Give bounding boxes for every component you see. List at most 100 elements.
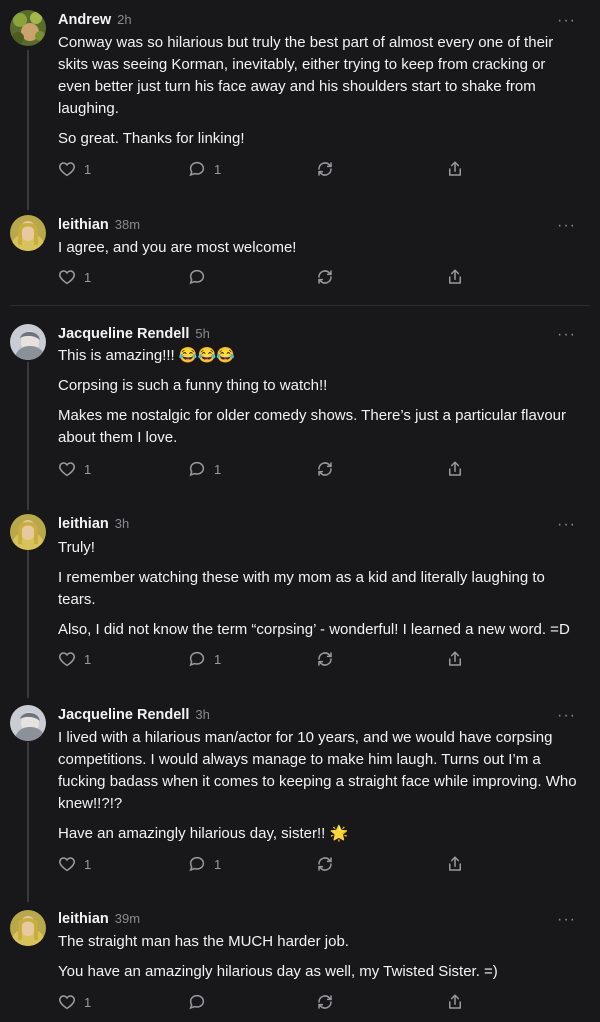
comment-actions: 1 bbox=[58, 268, 478, 288]
author-name[interactable]: leithian bbox=[58, 516, 109, 532]
restack-icon bbox=[318, 162, 332, 176]
restack-icon bbox=[318, 652, 332, 666]
share-icon bbox=[449, 994, 461, 1009]
share-button[interactable] bbox=[446, 993, 464, 1011]
like-count: 1 bbox=[84, 461, 92, 477]
author-name[interactable]: Jacqueline Rendell bbox=[58, 707, 189, 723]
timestamp[interactable]: 3h bbox=[115, 516, 129, 531]
share-button[interactable] bbox=[446, 268, 464, 286]
author-avatar[interactable] bbox=[10, 324, 46, 360]
comment: Jacqueline Rendell 5h ··· This is amazin… bbox=[0, 314, 600, 494]
restack-button[interactable] bbox=[316, 650, 334, 668]
reply-button[interactable] bbox=[188, 993, 214, 1011]
restack-button[interactable] bbox=[316, 160, 334, 178]
like-button[interactable]: 1 bbox=[58, 855, 91, 873]
share-button[interactable] bbox=[446, 650, 464, 668]
comment-actions: 1 1 bbox=[58, 855, 478, 875]
comment-icon bbox=[189, 856, 205, 872]
more-options-icon[interactable]: ··· bbox=[557, 912, 576, 928]
author-avatar[interactable] bbox=[10, 514, 46, 550]
author-avatar[interactable] bbox=[10, 215, 46, 251]
share-icon bbox=[449, 856, 461, 871]
comment-body: Truly! I remember watching these with my… bbox=[58, 537, 578, 649]
share-icon bbox=[449, 269, 461, 284]
reply-count: 1 bbox=[214, 651, 222, 667]
author-avatar[interactable] bbox=[10, 910, 46, 946]
comment-paragraph: I lived with a hilarious man/actor for 1… bbox=[58, 729, 577, 812]
author-avatar[interactable] bbox=[10, 10, 46, 46]
reply-button[interactable]: 1 bbox=[188, 160, 221, 178]
more-options-icon[interactable]: ··· bbox=[557, 517, 576, 533]
reply-count: 1 bbox=[214, 461, 222, 477]
share-button[interactable] bbox=[446, 160, 464, 178]
more-options-icon[interactable]: ··· bbox=[557, 327, 576, 343]
author-avatar[interactable] bbox=[10, 705, 46, 741]
comment-paragraph: Truly! bbox=[58, 539, 95, 556]
comment-actions: 1 1 bbox=[58, 160, 478, 180]
like-button[interactable]: 1 bbox=[58, 268, 91, 286]
restack-icon bbox=[318, 995, 332, 1009]
more-options-icon[interactable]: ··· bbox=[557, 708, 576, 724]
author-name[interactable]: Andrew bbox=[58, 12, 111, 28]
timestamp[interactable]: 2h bbox=[117, 12, 131, 27]
like-count: 1 bbox=[84, 994, 92, 1010]
share-button[interactable] bbox=[446, 460, 464, 478]
restack-icon bbox=[318, 462, 332, 476]
more-options-icon[interactable]: ··· bbox=[557, 218, 576, 234]
more-options-icon[interactable]: ··· bbox=[557, 13, 576, 29]
comment-paragraph: The straight man has the MUCH harder job… bbox=[58, 933, 349, 950]
share-icon bbox=[449, 651, 461, 666]
author-name[interactable]: leithian bbox=[58, 217, 109, 233]
comment-paragraph: I remember watching these with my mom as… bbox=[58, 569, 545, 608]
like-button[interactable]: 1 bbox=[58, 993, 91, 1011]
restack-icon bbox=[318, 857, 332, 871]
heart-icon bbox=[59, 462, 75, 477]
comment-body: The straight man has the MUCH harder job… bbox=[58, 931, 578, 991]
comment-icon bbox=[189, 269, 205, 285]
restack-button[interactable] bbox=[316, 268, 334, 286]
reply-button[interactable]: 1 bbox=[188, 650, 221, 668]
comment-paragraph: I agree, and you are most welcome! bbox=[58, 239, 297, 256]
comment-paragraph: Corpsing is such a funny thing to watch!… bbox=[58, 377, 328, 394]
author-name[interactable]: Jacqueline Rendell bbox=[58, 326, 189, 342]
comment-icon bbox=[189, 994, 205, 1010]
share-icon bbox=[449, 161, 461, 176]
comment: leithian 39m ··· The straight man has th… bbox=[0, 900, 600, 1022]
comment: Jacqueline Rendell 3h ··· I lived with a… bbox=[0, 695, 600, 895]
reply-count: 1 bbox=[214, 856, 222, 872]
reply-button[interactable]: 1 bbox=[188, 460, 221, 478]
like-button[interactable]: 1 bbox=[58, 460, 91, 478]
like-button[interactable]: 1 bbox=[58, 160, 91, 178]
timestamp[interactable]: 3h bbox=[195, 707, 209, 722]
like-count: 1 bbox=[84, 161, 92, 177]
author-name[interactable]: leithian bbox=[58, 911, 109, 927]
share-button[interactable] bbox=[446, 855, 464, 873]
heart-icon bbox=[59, 995, 75, 1010]
comment-actions: 1 1 bbox=[58, 650, 478, 670]
comment-icon bbox=[189, 161, 205, 177]
reply-button[interactable]: 1 bbox=[188, 855, 221, 873]
like-count: 1 bbox=[84, 651, 92, 667]
comment-icon bbox=[189, 651, 205, 667]
comment-paragraph: Also, I did not know the term “corpsing’… bbox=[58, 621, 570, 638]
comment-body: Conway was so hilarious but truly the be… bbox=[58, 32, 578, 158]
like-count: 1 bbox=[84, 856, 92, 872]
comment-paragraph: So great. Thanks for linking! bbox=[58, 130, 245, 147]
like-button[interactable]: 1 bbox=[58, 650, 91, 668]
timestamp[interactable]: 5h bbox=[195, 326, 209, 341]
restack-button[interactable] bbox=[316, 993, 334, 1011]
comment-icon bbox=[189, 461, 205, 477]
reply-button[interactable] bbox=[188, 268, 214, 286]
timestamp[interactable]: 39m bbox=[115, 911, 140, 926]
thread-separator bbox=[10, 305, 590, 306]
heart-icon bbox=[59, 270, 75, 285]
comment-paragraph: This is amazing!!! 😂😂😂 bbox=[58, 347, 235, 364]
comment-paragraph: Makes me nostalgic for older comedy show… bbox=[58, 407, 567, 446]
comment-body: I lived with a hilarious man/actor for 1… bbox=[58, 727, 578, 853]
restack-icon bbox=[318, 270, 332, 284]
comment-body: I agree, and you are most welcome! bbox=[58, 237, 578, 267]
restack-button[interactable] bbox=[316, 855, 334, 873]
comment: leithian 3h ··· Truly! I remember watchi… bbox=[0, 504, 600, 684]
restack-button[interactable] bbox=[316, 460, 334, 478]
timestamp[interactable]: 38m bbox=[115, 217, 140, 232]
